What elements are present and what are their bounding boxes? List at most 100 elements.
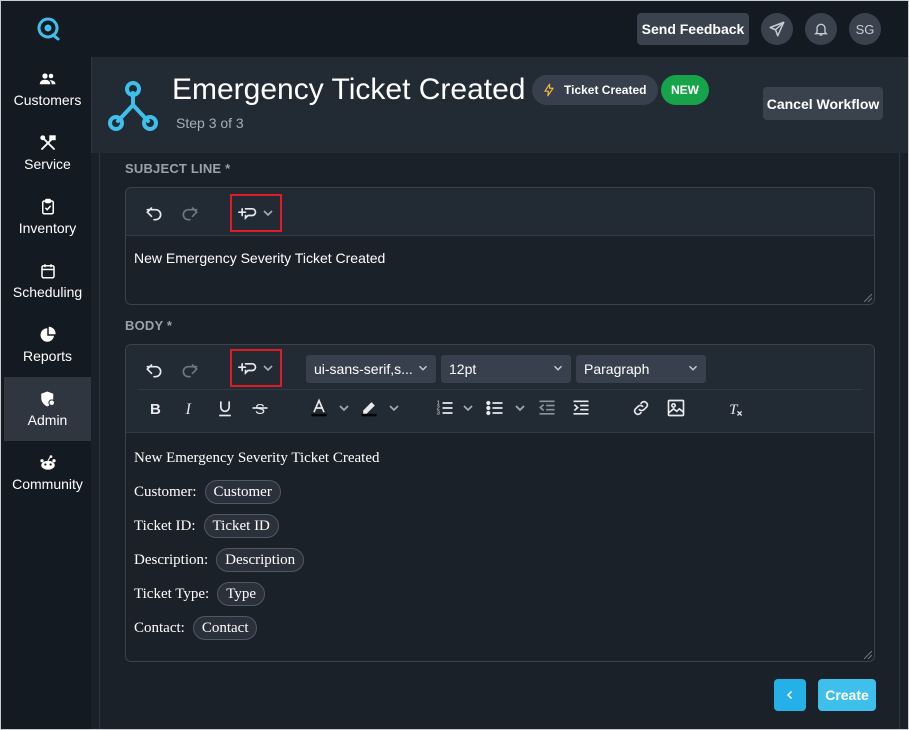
sidebar-item-label: Reports: [22, 348, 73, 364]
subject-editor: New Emergency Severity Ticket Created: [125, 187, 875, 305]
merge-token-customer[interactable]: Customer: [204, 480, 281, 504]
undo-icon[interactable]: [142, 358, 166, 382]
trigger-badge: Ticket Created: [532, 75, 659, 105]
field-label: Customer:: [134, 483, 197, 500]
body-line-ticket-id: Ticket ID: Ticket ID: [134, 509, 866, 543]
body-toolbar: ui-sans-serif,s... 12pt Paragraph B I S …: [126, 345, 874, 433]
bold-icon[interactable]: B: [144, 397, 166, 419]
sidebar-item-inventory[interactable]: Inventory: [4, 185, 91, 249]
bell-icon[interactable]: [805, 13, 837, 45]
sidebar-item-label: Admin: [27, 412, 68, 428]
app-logo-icon[interactable]: [35, 15, 61, 41]
create-button[interactable]: Create: [818, 679, 876, 711]
bullet-list-icon[interactable]: [484, 397, 506, 419]
insert-field-icon[interactable]: [236, 356, 260, 380]
cancel-workflow-button[interactable]: Cancel Workflow: [763, 87, 883, 120]
font-size-value: 12pt: [449, 361, 477, 377]
sidebar-item-service[interactable]: Service: [4, 121, 91, 185]
body-line-customer: Customer: Customer: [134, 475, 866, 509]
chevron-down-icon[interactable]: [460, 400, 476, 416]
svg-text:B: B: [150, 401, 161, 418]
sidebar-item-reports[interactable]: Reports: [4, 313, 91, 377]
sidebar-item-label: Community: [12, 476, 83, 492]
merge-token-description[interactable]: Description: [216, 548, 305, 572]
body-line-ticket-type: Ticket Type: Type: [134, 577, 866, 611]
tools-icon: [39, 135, 56, 150]
outdent-icon[interactable]: [536, 397, 558, 419]
chevron-down-icon: [688, 365, 698, 371]
font-family-select[interactable]: ui-sans-serif,s...: [306, 355, 436, 383]
sidebar-item-label: Service: [24, 156, 71, 172]
body-label: BODY *: [125, 318, 173, 333]
workflow-header: Emergency Ticket Created Step 3 of 3 Tic…: [91, 57, 908, 153]
sidebar-item-scheduling[interactable]: Scheduling: [4, 249, 91, 313]
lightning-icon: [544, 83, 554, 97]
users-icon: [39, 73, 55, 85]
resize-grip-icon[interactable]: [864, 294, 872, 302]
image-icon[interactable]: [665, 397, 687, 419]
page-title: Emergency Ticket Created: [172, 73, 526, 106]
sidebar-item-label: Inventory: [18, 220, 77, 236]
insert-field-icon[interactable]: [236, 201, 260, 225]
chevron-down-icon: [553, 365, 563, 371]
sidebar-item-community[interactable]: Community: [4, 441, 91, 505]
resize-grip-icon[interactable]: [864, 651, 872, 659]
trigger-badge-label: Ticket Created: [564, 83, 647, 97]
sidebar-item-label: Customers: [13, 92, 82, 108]
admin-shield-icon: [40, 391, 55, 407]
top-bar: Send Feedback SG: [1, 1, 908, 57]
merge-token-ticket-id[interactable]: Ticket ID: [203, 514, 279, 538]
chevron-down-icon[interactable]: [386, 400, 402, 416]
subject-line-label: SUBJECT LINE *: [125, 161, 231, 176]
chevron-down-icon[interactable]: [260, 360, 276, 376]
chevron-left-icon: [786, 690, 793, 700]
redo-icon[interactable]: [178, 358, 202, 382]
sidebar-item-admin[interactable]: Admin: [4, 377, 91, 441]
merge-token-type[interactable]: Type: [217, 582, 265, 606]
redo-icon[interactable]: [178, 201, 202, 225]
chevron-down-icon[interactable]: [260, 205, 276, 221]
numbered-list-icon[interactable]: 123: [434, 397, 456, 419]
field-label: Ticket ID:: [134, 517, 196, 534]
sidebar-item-customers[interactable]: Customers: [4, 57, 91, 121]
step-indicator: Step 3 of 3: [176, 115, 244, 131]
italic-icon[interactable]: I: [178, 397, 200, 419]
block-format-value: Paragraph: [584, 361, 650, 377]
subject-input[interactable]: New Emergency Severity Ticket Created: [126, 236, 874, 280]
back-button[interactable]: [774, 679, 806, 711]
body-editor: ui-sans-serif,s... 12pt Paragraph B I S …: [125, 344, 875, 662]
font-family-value: ui-sans-serif,s...: [314, 361, 413, 377]
body-content[interactable]: New Emergency Severity Ticket Created Cu…: [126, 433, 874, 645]
field-label: Description:: [134, 551, 209, 568]
clipboard-icon: [41, 198, 54, 215]
calendar-icon: [40, 264, 55, 279]
send-icon[interactable]: [761, 13, 793, 45]
strikethrough-icon[interactable]: S: [249, 397, 271, 419]
chevron-down-icon[interactable]: [512, 400, 528, 416]
svg-text:3: 3: [437, 411, 440, 417]
field-label: Ticket Type:: [134, 585, 210, 602]
sidebar: Customers Service Inventory Scheduling R…: [1, 57, 91, 729]
undo-icon[interactable]: [142, 201, 166, 225]
app-window: Send Feedback SG Customers Service Inven…: [0, 0, 909, 730]
underline-icon[interactable]: [214, 397, 236, 419]
merge-token-contact[interactable]: Contact: [192, 616, 258, 640]
link-icon[interactable]: [630, 397, 652, 419]
workflow-icon: [108, 81, 158, 131]
community-icon: [39, 455, 56, 470]
sidebar-item-label: Scheduling: [12, 284, 83, 300]
text-color-icon[interactable]: [308, 397, 330, 419]
block-format-select[interactable]: Paragraph: [576, 355, 706, 383]
subject-toolbar: [126, 188, 874, 236]
chevron-down-icon[interactable]: [336, 400, 352, 416]
field-label: Contact:: [134, 619, 185, 636]
clear-formatting-icon[interactable]: T: [724, 397, 746, 419]
indent-icon[interactable]: [570, 397, 592, 419]
send-feedback-button[interactable]: Send Feedback: [637, 13, 749, 45]
highlight-color-icon[interactable]: [358, 397, 380, 419]
body-line-description: Description: Description: [134, 543, 866, 577]
new-badge: NEW: [661, 75, 709, 105]
font-size-select[interactable]: 12pt: [441, 355, 571, 383]
avatar[interactable]: SG: [849, 13, 881, 45]
toolbar-divider: [138, 389, 862, 390]
